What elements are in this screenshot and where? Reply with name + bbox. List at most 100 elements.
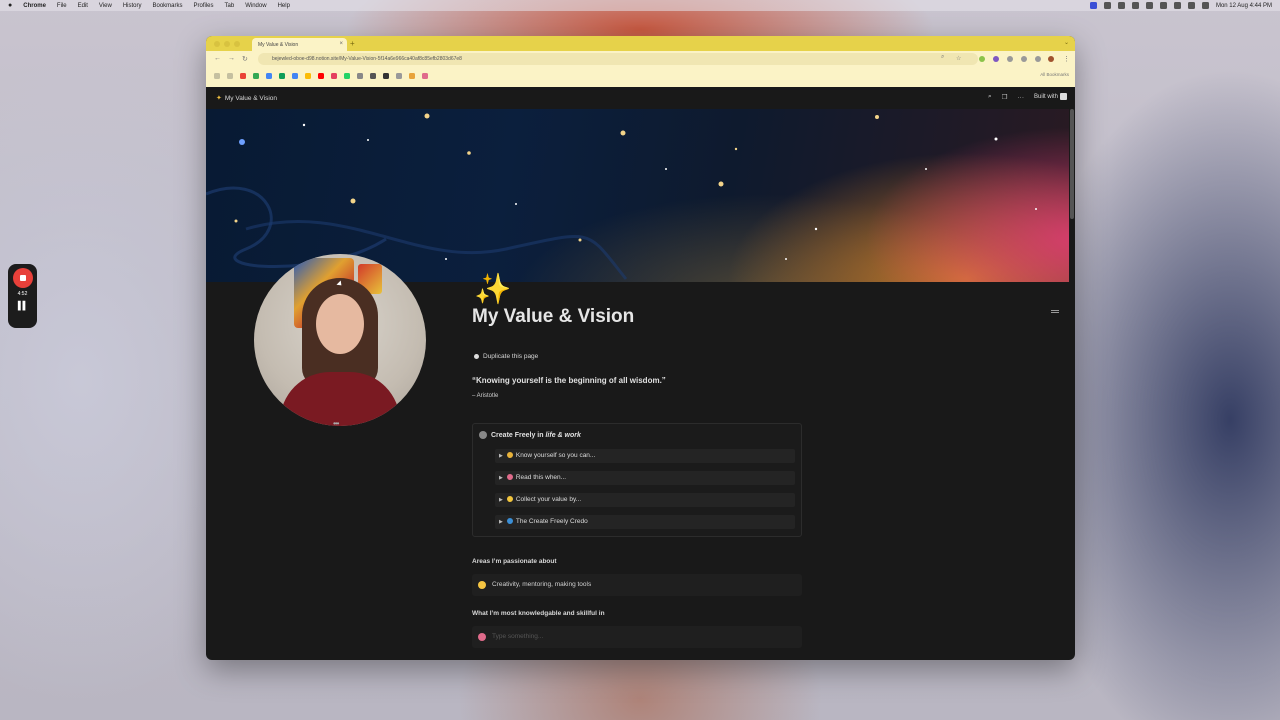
answer-passionate[interactable]: Creativity, mentoring, making tools xyxy=(472,574,802,596)
extensions-puzzle-icon[interactable] xyxy=(1021,56,1027,62)
sheets-icon[interactable] xyxy=(279,73,285,79)
menu-help[interactable]: Help xyxy=(278,3,290,9)
profile-avatar[interactable] xyxy=(1048,56,1054,62)
globe-icon xyxy=(479,431,487,439)
browser-window: My Value & Vision × + ⌄ ← → ↻ bejewled-o… xyxy=(206,36,1075,660)
tray-dropbox-icon[interactable] xyxy=(1145,2,1153,9)
presenter-body xyxy=(280,372,400,426)
tab-title: My Value & Vision xyxy=(258,42,299,48)
pause-icon[interactable]: ▌▌ xyxy=(18,301,28,310)
section-passionate-heading: Areas I’m passionate about xyxy=(472,558,557,565)
forward-icon[interactable]: → xyxy=(228,55,235,62)
browser-tab[interactable]: My Value & Vision × xyxy=(252,38,347,51)
callout-title-prefix: Create Freely in xyxy=(491,431,546,439)
menu-file[interactable]: File xyxy=(57,3,67,9)
more-icon[interactable]: ··· xyxy=(1017,94,1024,101)
menubar-clock[interactable]: Mon 12 Aug 4:44 PM xyxy=(1216,3,1272,9)
chevron-down-icon[interactable]: ⌄ xyxy=(1064,39,1069,46)
toggle-credo[interactable]: ▶ The Create Freely Credo xyxy=(495,515,795,529)
callout-title: Create Freely in life & work xyxy=(479,431,581,439)
menu-edit[interactable]: Edit xyxy=(78,3,88,9)
built-with-notion-link[interactable]: Built with xyxy=(1034,93,1067,101)
bookmark-icon[interactable] xyxy=(409,73,415,79)
toggle-collect-value[interactable]: ▶ Collect your value by... xyxy=(495,493,795,507)
quote: “Knowing yourself is the beginning of al… xyxy=(472,376,666,385)
search-icon[interactable]: ⌕ xyxy=(988,93,992,101)
more-icon[interactable]: ••• xyxy=(333,419,339,428)
toggle-know-yourself[interactable]: ▶ Know yourself so you can... xyxy=(495,449,795,463)
bookmark-icon[interactable] xyxy=(383,73,389,79)
bookmark-icon[interactable] xyxy=(370,73,376,79)
toggle-arrow-icon[interactable]: ▶ xyxy=(499,453,503,459)
browser-menu-icon[interactable]: ⋮ xyxy=(1063,55,1070,63)
page-scrollbar[interactable] xyxy=(1070,109,1074,219)
bookmarks-bar xyxy=(214,71,428,81)
os-menubar: ● Chrome File Edit View History Bookmark… xyxy=(0,0,1280,11)
toggle-arrow-icon[interactable]: ▶ xyxy=(499,497,503,503)
zoom-window-button[interactable] xyxy=(234,41,240,47)
menu-window[interactable]: Window xyxy=(245,3,266,9)
menubar-tray: Mon 12 Aug 4:44 PM xyxy=(1089,0,1272,11)
menu-bookmarks[interactable]: Bookmarks xyxy=(153,3,183,9)
tray-grid-icon[interactable] xyxy=(1117,2,1125,9)
bookmark-star-icon[interactable]: ☆ xyxy=(956,55,961,62)
notion-topbar-actions: ⌕ ❐ ··· Built with xyxy=(988,93,1067,101)
menu-app[interactable]: Chrome xyxy=(23,3,46,9)
pin-icon xyxy=(474,353,479,359)
menu-view[interactable]: View xyxy=(99,3,112,9)
youtube-icon[interactable] xyxy=(318,73,324,79)
bookmark-icon[interactable] xyxy=(396,73,402,79)
bookmark-icon[interactable] xyxy=(357,73,363,79)
answer-knowledgable[interactable]: Type something... xyxy=(472,626,802,648)
breadcrumb[interactable]: ✦ My Value & Vision xyxy=(216,94,277,102)
apple-icon[interactable]: ● xyxy=(8,2,12,9)
reload-icon[interactable]: ↻ xyxy=(242,55,248,63)
tab-strip: My Value & Vision × + ⌄ xyxy=(206,36,1075,51)
url-text: bejewled-oboe-d98.notion.site/My-Value-V… xyxy=(272,56,462,62)
toggle-read-this[interactable]: ▶ Read this when... xyxy=(495,471,795,485)
bookmark-icon[interactable] xyxy=(331,73,337,79)
quote-author: – Aristotle xyxy=(472,393,499,399)
toggle-arrow-icon[interactable]: ▶ xyxy=(499,519,503,525)
lens-icon[interactable]: ⌕ xyxy=(941,54,944,61)
bookmark-icon[interactable] xyxy=(214,73,220,79)
close-window-button[interactable] xyxy=(214,41,220,47)
brain-icon xyxy=(506,474,513,481)
extension-icon[interactable] xyxy=(1007,56,1013,62)
menu-history[interactable]: History xyxy=(123,3,142,9)
tray-control-center-icon[interactable] xyxy=(1201,2,1209,9)
minimize-window-button[interactable] xyxy=(224,41,230,47)
all-bookmarks[interactable]: All Bookmarks xyxy=(1040,72,1069,77)
bookmark-icon[interactable] xyxy=(227,73,233,79)
bookmark-icon[interactable] xyxy=(422,73,428,79)
duplicate-icon[interactable]: ❐ xyxy=(1002,93,1008,101)
tray-wifi-icon[interactable] xyxy=(1173,2,1181,9)
bookmark-icon[interactable] xyxy=(305,73,311,79)
menu-profiles[interactable]: Profiles xyxy=(194,3,214,9)
stop-recording-button[interactable] xyxy=(12,268,33,288)
tray-settings-icon[interactable] xyxy=(1103,2,1111,9)
gmail-icon[interactable] xyxy=(240,73,246,79)
breadcrumb-title: My Value & Vision xyxy=(224,95,278,102)
download-icon[interactable] xyxy=(1035,56,1041,62)
table-of-contents-icon[interactable] xyxy=(1051,310,1059,311)
tray-search-icon[interactable] xyxy=(1187,2,1195,9)
tray-app-icon[interactable] xyxy=(1089,2,1097,9)
bookmark-icon[interactable] xyxy=(253,73,259,79)
extension-icon[interactable] xyxy=(993,56,999,62)
back-icon[interactable]: ← xyxy=(214,55,221,62)
sparkles-icon[interactable]: ✨ xyxy=(474,272,511,307)
whatsapp-icon[interactable] xyxy=(344,73,350,79)
extension-icon[interactable] xyxy=(979,56,985,62)
menu-tab[interactable]: Tab xyxy=(225,3,235,9)
tray-record-icon[interactable] xyxy=(1131,2,1139,9)
toggle-arrow-icon[interactable]: ▶ xyxy=(499,475,503,481)
docs-icon[interactable] xyxy=(292,73,298,79)
duplicate-label: Duplicate this page xyxy=(483,353,539,360)
bookmark-icon[interactable] xyxy=(266,73,272,79)
new-tab-icon[interactable]: + xyxy=(350,39,355,48)
close-icon[interactable]: × xyxy=(339,41,343,47)
tray-battery-icon[interactable] xyxy=(1159,2,1167,9)
address-bar[interactable]: bejewled-oboe-d98.notion.site/My-Value-V… xyxy=(258,53,978,65)
duplicate-page-link[interactable]: Duplicate this page xyxy=(474,353,538,360)
